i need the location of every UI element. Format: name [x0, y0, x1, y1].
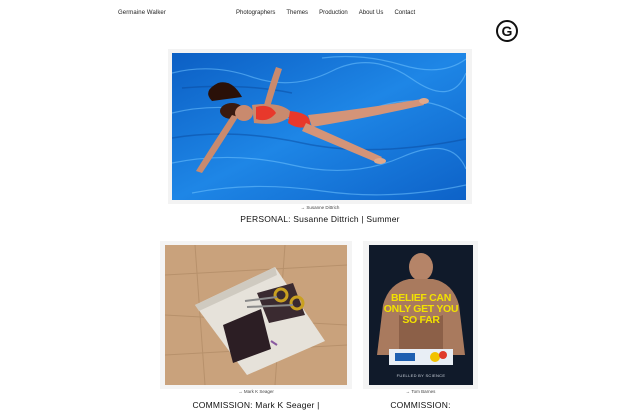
- main-nav: Photographers Themes Production About Us…: [236, 10, 426, 16]
- poster-tagline: FUELLED BY SCIENCE: [396, 373, 446, 378]
- card-poster[interactable]: BELIEF CAN ONLY GET YOU SO FAR FUELLED B…: [369, 245, 473, 385]
- card-title[interactable]: COMMISSION: Mark K Seager |: [160, 400, 352, 410]
- card-credit[interactable]: → Tom Barnes: [363, 389, 478, 394]
- card-title[interactable]: COMMISSION:: [363, 400, 478, 410]
- nav-contact[interactable]: Contact: [394, 10, 415, 16]
- card-photo[interactable]: [165, 245, 347, 385]
- nav-themes[interactable]: Themes: [286, 10, 308, 16]
- card-credit[interactable]: → Mark K Seager: [160, 389, 352, 394]
- feature-credit[interactable]: → Susanne Dittrich: [168, 205, 472, 210]
- feature-title[interactable]: PERSONAL: Susanne Dittrich | Summer: [168, 214, 472, 224]
- logo-icon[interactable]: G: [496, 20, 518, 42]
- poster-headline: BELIEF CAN ONLY GET YOU SO FAR: [383, 292, 459, 326]
- card-tom-barnes[interactable]: BELIEF CAN ONLY GET YOU SO FAR FUELLED B…: [363, 241, 478, 389]
- feature-photo[interactable]: [172, 53, 466, 200]
- brand-name[interactable]: Germaine Walker: [118, 10, 166, 16]
- feature-card[interactable]: [168, 49, 472, 204]
- nav-photographers[interactable]: Photographers: [236, 10, 275, 16]
- nav-production[interactable]: Production: [319, 10, 348, 16]
- card-mark-seager[interactable]: [160, 241, 352, 389]
- nav-about-us[interactable]: About Us: [359, 10, 384, 16]
